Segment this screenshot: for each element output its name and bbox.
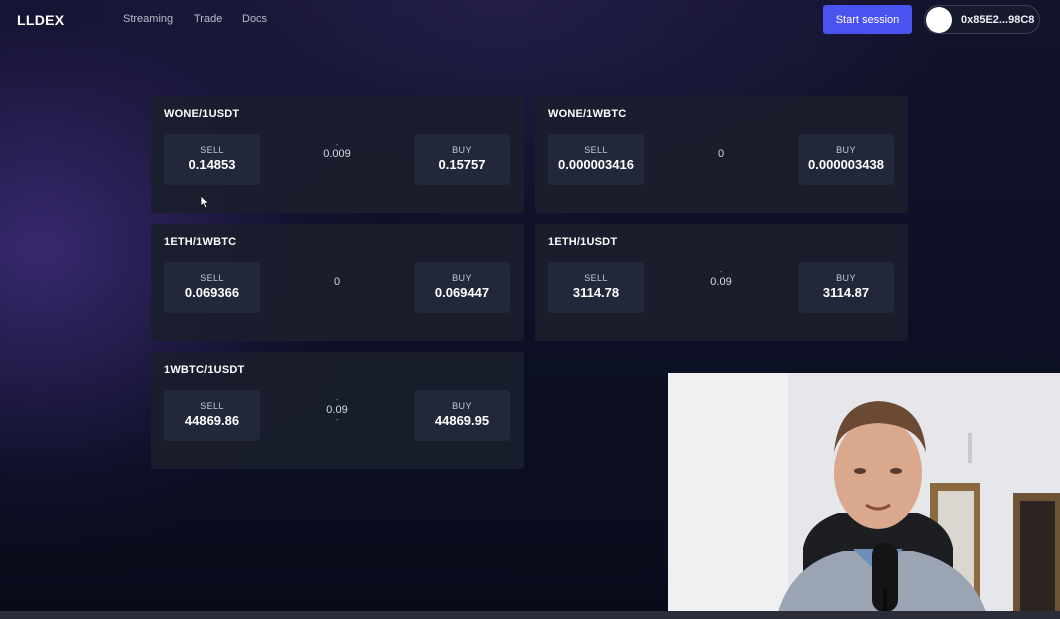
wallet-avatar bbox=[926, 6, 952, 33]
sell-button[interactable]: SELL 0.14853 bbox=[164, 134, 260, 185]
spread-mark-bottom: - bbox=[335, 415, 339, 424]
pair-card-wone-1wbtc: WONE/1WBTC SELL 0.000003416 0 BUY 0.0000… bbox=[535, 96, 908, 213]
webcam-overlay bbox=[668, 373, 1060, 612]
pair-name: 1WBTC/1USDT bbox=[164, 364, 245, 376]
spread: 0 bbox=[671, 148, 771, 160]
buy-label: BUY bbox=[836, 273, 856, 283]
sell-button[interactable]: SELL 3114.78 bbox=[548, 262, 644, 313]
start-session-button[interactable]: Start session bbox=[823, 5, 912, 34]
nav-link-streaming[interactable]: Streaming bbox=[123, 13, 173, 25]
sell-label: SELL bbox=[584, 145, 608, 155]
sell-button[interactable]: SELL 0.069366 bbox=[164, 262, 260, 313]
sell-button[interactable]: SELL 0.000003416 bbox=[548, 134, 644, 185]
buy-label: BUY bbox=[836, 145, 856, 155]
bottom-bar bbox=[0, 611, 1060, 619]
sell-label: SELL bbox=[200, 145, 224, 155]
presenter-video-image bbox=[668, 373, 1060, 612]
buy-button[interactable]: BUY 44869.95 bbox=[414, 390, 510, 441]
nav-link-docs[interactable]: Docs bbox=[242, 13, 267, 25]
spread-mark-top: - bbox=[335, 395, 339, 404]
buy-button[interactable]: BUY 3114.87 bbox=[798, 262, 894, 313]
buy-price: 0.000003438 bbox=[808, 157, 884, 172]
wallet-address: 0x85E2...98C8 bbox=[961, 13, 1035, 26]
sell-label: SELL bbox=[200, 273, 224, 283]
spread-mark-top: - bbox=[719, 267, 723, 276]
buy-button[interactable]: BUY 0.069447 bbox=[414, 262, 510, 313]
spread-value: 0 bbox=[333, 276, 341, 288]
sell-price: 44869.86 bbox=[184, 413, 240, 428]
pair-name: WONE/1WBTC bbox=[548, 108, 627, 120]
spread: - 0.09 bbox=[671, 267, 771, 288]
sell-price: 0.000003416 bbox=[558, 157, 634, 172]
buy-label: BUY bbox=[452, 145, 472, 155]
spread: - 0.09 - bbox=[287, 395, 387, 424]
sell-button[interactable]: SELL 44869.86 bbox=[164, 390, 260, 441]
pair-card-1eth-1usdt: 1ETH/1USDT SELL 3114.78 - 0.09 BUY 3114.… bbox=[535, 224, 908, 341]
pair-name: 1ETH/1USDT bbox=[548, 236, 618, 248]
buy-price: 0.069447 bbox=[434, 285, 490, 300]
sell-label: SELL bbox=[584, 273, 608, 283]
buy-label: BUY bbox=[452, 273, 472, 283]
buy-label: BUY bbox=[452, 401, 472, 411]
nav-link-trade[interactable]: Trade bbox=[194, 13, 222, 25]
buy-button[interactable]: BUY 0.000003438 bbox=[798, 134, 894, 185]
buy-button[interactable]: BUY 0.15757 bbox=[414, 134, 510, 185]
sell-price: 0.069366 bbox=[184, 285, 240, 300]
top-navigation: LLDEX Streaming Trade Docs Start session… bbox=[0, 0, 1060, 40]
spread: - 0.009 bbox=[287, 140, 387, 160]
spread-mark-top: - bbox=[335, 140, 339, 149]
wallet-button[interactable]: 0x85E2...98C8 bbox=[924, 5, 1040, 34]
spread-value: 0 bbox=[717, 148, 725, 160]
logo[interactable]: LLDEX bbox=[17, 12, 64, 28]
sell-label: SELL bbox=[200, 401, 224, 411]
sell-price: 3114.78 bbox=[572, 285, 620, 300]
spread-value: 0.009 bbox=[323, 148, 351, 160]
buy-price: 0.15757 bbox=[438, 157, 486, 172]
mouse-pointer-icon bbox=[200, 195, 210, 209]
buy-price: 44869.95 bbox=[434, 413, 490, 428]
pair-card-1eth-1wbtc: 1ETH/1WBTC SELL 0.069366 0 BUY 0.069447 bbox=[151, 224, 524, 341]
buy-price: 3114.87 bbox=[822, 285, 870, 300]
spread-value: 0.09 bbox=[710, 276, 732, 288]
pair-name: WONE/1USDT bbox=[164, 108, 240, 120]
spread: 0 bbox=[287, 276, 387, 288]
pair-card-1wbtc-1usdt: 1WBTC/1USDT SELL 44869.86 - 0.09 - BUY 4… bbox=[151, 352, 524, 469]
pair-name: 1ETH/1WBTC bbox=[164, 236, 237, 248]
sell-price: 0.14853 bbox=[188, 157, 236, 172]
